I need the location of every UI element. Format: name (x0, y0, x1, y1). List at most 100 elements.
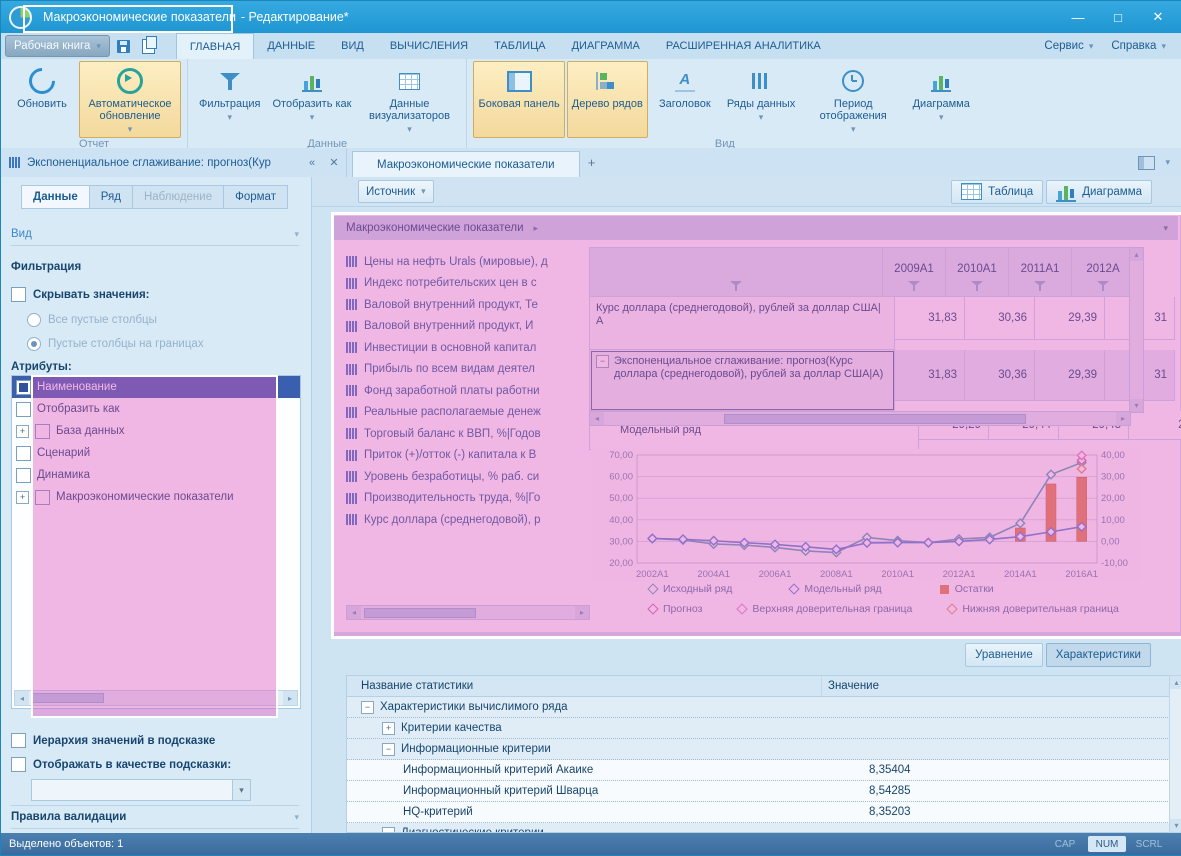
row-label[interactable]: − Экспоненциальное сглаживание: прогноз(… (590, 350, 895, 411)
attribute-item[interactable]: Отобразить как (12, 398, 300, 420)
characteristics-button[interactable]: Характеристики (1046, 643, 1151, 667)
chevron-down-icon[interactable]: ▾ (1163, 223, 1168, 234)
series-tree-hscrollbar[interactable]: ◂ ▸ (346, 605, 590, 620)
attribute-item[interactable]: + База данных (12, 420, 300, 442)
menu-right-item[interactable]: Справка ▾ (1105, 40, 1172, 52)
show-as-tooltip-checkbox[interactable]: Отображать в качестве подсказки: (11, 757, 299, 772)
scroll-thumb[interactable] (32, 693, 104, 703)
ribbon-tab[interactable]: ДАННЫЕ (254, 33, 328, 59)
table-hscrollbar[interactable]: ◂ ▸ (589, 411, 1131, 426)
scroll-left-icon[interactable]: ◂ (590, 412, 604, 425)
ribbon-button[interactable]: Обновить (7, 61, 77, 138)
checkbox-icon[interactable] (16, 446, 31, 461)
stats-col-name[interactable]: Название статистики (347, 676, 821, 696)
checkbox-icon[interactable] (11, 287, 26, 302)
expander-icon[interactable]: − (361, 701, 374, 714)
scroll-down-icon[interactable]: ▾ (1170, 819, 1181, 832)
attribute-item[interactable]: + Макроэкономические показатели (12, 486, 300, 508)
year-column-header[interactable]: 2010A1 (946, 248, 1009, 297)
ribbon-tab[interactable]: ГЛАВНАЯ (176, 33, 254, 59)
expander-icon[interactable]: − (382, 743, 395, 756)
ribbon-button[interactable]: Период отображения ▾ (802, 61, 904, 138)
scroll-up-icon[interactable]: ▴ (1170, 676, 1181, 689)
row-header-column[interactable] (590, 248, 883, 297)
radio-icon[interactable] (27, 337, 41, 351)
year-column-header[interactable]: 2011A1 (1009, 248, 1072, 297)
stats-row[interactable]: − Диагностические критерии (347, 823, 1170, 833)
scroll-thumb[interactable] (724, 414, 1026, 424)
series-tree-item[interactable]: Инвестиции в основной капитал (346, 337, 588, 359)
series-tree-item[interactable]: Производительность труда, %|Го (346, 488, 588, 510)
source-button[interactable]: Источник ▾ (358, 180, 434, 203)
attributes-hscrollbar[interactable]: ◂ ▸ (14, 690, 298, 706)
series-tree-item[interactable]: Валовой внутренний продукт, И (346, 316, 588, 338)
ribbon-tab[interactable]: ДИАГРАММА (559, 33, 653, 59)
chevron-down-icon[interactable]: ▾ (1165, 157, 1170, 168)
table-cell[interactable]: 30,36 (965, 350, 1035, 401)
attribute-item[interactable]: Наименование (12, 376, 300, 398)
year-column-header[interactable]: 2012A (1072, 248, 1135, 297)
series-tree-item[interactable]: Индекс потребительских цен в с (346, 273, 588, 295)
scroll-right-icon[interactable]: ▸ (1116, 412, 1130, 425)
stats-row[interactable]: Информационный критерий Шварца 8,54285 (347, 781, 1170, 802)
stats-row[interactable]: Информационный критерий Акаике 8,35404 (347, 760, 1170, 781)
ribbon-button[interactable]: Дерево рядов (567, 61, 648, 138)
section-validation[interactable]: Правила валидации ▾ (11, 805, 299, 829)
ribbon-button[interactable]: Отобразить как ▾ (267, 61, 356, 138)
checkbox-icon[interactable] (16, 468, 31, 483)
save-as-button[interactable] (138, 36, 160, 56)
ribbon-tab[interactable]: ВИД (328, 33, 377, 59)
filter-icon[interactable] (971, 281, 983, 292)
report-header[interactable]: Макроэкономические показатели ▸ ▾ (334, 216, 1178, 240)
save-button[interactable] (113, 36, 135, 56)
series-tree-item[interactable]: Прибыль по всем видам деятел (346, 359, 588, 381)
sidebar-tab[interactable]: Ряд (89, 185, 133, 209)
expander-icon[interactable]: + (16, 425, 29, 438)
expander-icon[interactable]: − (596, 355, 609, 368)
equation-button[interactable]: Уравнение (965, 643, 1043, 667)
ribbon-button[interactable]: Фильтрация ▾ (194, 61, 265, 138)
radio-icon[interactable] (27, 313, 41, 327)
table-cell[interactable]: 29,39 (1035, 297, 1105, 340)
sidebar-tab[interactable]: Наблюдение (132, 185, 224, 209)
table-cell[interactable]: 29,39 (1035, 350, 1105, 401)
sidebar-tab[interactable]: Данные (21, 185, 90, 209)
scroll-left-icon[interactable]: ◂ (15, 691, 29, 705)
attribute-item[interactable]: Динамика (12, 464, 300, 486)
section-view[interactable]: Вид ▾ (11, 223, 299, 246)
stats-row[interactable]: − Характеристики вычислимого ряда (347, 697, 1170, 718)
series-tree-item[interactable]: Цены на нефть Urals (мировые), д (346, 251, 588, 273)
scroll-up-icon[interactable]: ▴ (1130, 248, 1143, 261)
stats-row[interactable]: − Информационные критерии (347, 739, 1170, 760)
maximize-button[interactable]: □ (1098, 4, 1138, 30)
stats-col-value[interactable]: Значение (821, 676, 1170, 696)
chart-view-button[interactable]: Диаграмма (1046, 180, 1152, 204)
scroll-left-icon[interactable]: ◂ (347, 606, 361, 619)
ribbon-button[interactable]: Ряды данных ▾ (722, 61, 800, 138)
radio-border-empty[interactable]: Пустые столбцы на границах (27, 337, 299, 351)
scroll-right-icon[interactable]: ▸ (575, 606, 589, 619)
checkbox-icon[interactable] (16, 402, 31, 417)
expander-icon[interactable]: + (16, 491, 29, 504)
checkbox-icon[interactable] (11, 757, 26, 772)
row-label[interactable]: Курс доллара (среднегодовой), рублей за … (590, 297, 895, 350)
tooltip-attribute-combo[interactable]: ▾ (31, 779, 251, 801)
table-cell[interactable]: 30,36 (965, 297, 1035, 340)
checkbox-icon[interactable] (16, 380, 31, 395)
collapse-panel-button[interactable]: « (304, 157, 320, 169)
filter-icon[interactable] (1097, 281, 1109, 292)
table-view-button[interactable]: Таблица (951, 180, 1043, 204)
series-tree-item[interactable]: Курс доллара (среднегодовой), р (346, 509, 588, 531)
table-vscrollbar[interactable]: ▴ ▾ (1129, 247, 1144, 413)
scroll-right-icon[interactable]: ▸ (283, 691, 297, 705)
expander-icon[interactable]: + (382, 722, 395, 735)
ribbon-button[interactable]: Диаграмма ▾ (906, 61, 976, 138)
sidebar-tab[interactable]: Формат (223, 185, 288, 209)
close-button[interactable]: ✕ (1138, 4, 1178, 30)
series-tree-item[interactable]: Приток (+)/отток (-) капитала к В (346, 445, 588, 467)
stats-row[interactable]: + Критерии качества (347, 718, 1170, 739)
close-panel-button[interactable]: ✕ (326, 156, 342, 169)
series-tree-item[interactable]: Торговый баланс к ВВП, %|Годов (346, 423, 588, 445)
filter-icon[interactable] (908, 281, 920, 292)
scroll-thumb[interactable] (364, 608, 476, 618)
